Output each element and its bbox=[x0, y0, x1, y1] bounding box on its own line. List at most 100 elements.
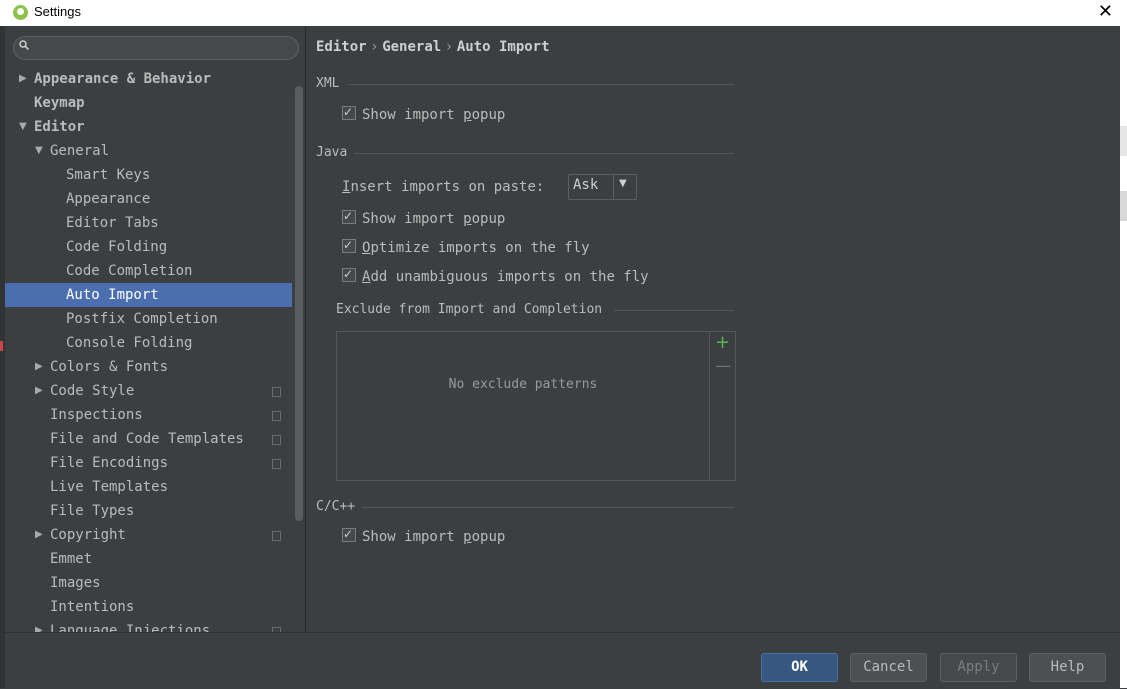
tree-item-label: Code Completion bbox=[66, 263, 193, 279]
tree-item-label: Keymap bbox=[34, 95, 85, 111]
tree-item-label: Appearance & Behavior bbox=[34, 71, 212, 87]
help-button[interactable]: Help bbox=[1029, 653, 1106, 682]
project-scope-icon bbox=[272, 531, 281, 541]
optimize-imports-checkbox[interactable]: Optimize imports on the fly bbox=[342, 235, 590, 258]
tree-item-label: Editor Tabs bbox=[66, 215, 159, 231]
section-title-cpp: C/C++ bbox=[316, 499, 356, 514]
chevron-down-icon: ▼ bbox=[619, 178, 627, 189]
tree-item-editor-tabs[interactable]: Editor Tabs bbox=[5, 211, 292, 235]
tree-item-copyright[interactable]: ▶ Copyright bbox=[5, 523, 292, 547]
search-icon bbox=[19, 40, 29, 50]
tree-item-emmet[interactable]: Emmet bbox=[5, 547, 292, 571]
remove-icon[interactable]: — bbox=[715, 356, 731, 375]
tree-item-label: File and Code Templates bbox=[50, 431, 244, 447]
empty-list-text: No exclude patterns bbox=[448, 377, 598, 392]
tree-item-colors-fonts[interactable]: ▶ Colors & Fonts bbox=[5, 355, 292, 379]
tree-item-appearance[interactable]: Appearance bbox=[5, 187, 292, 211]
window-title: Settings bbox=[34, 4, 81, 19]
breadcrumb-auto-import: Auto Import bbox=[456, 39, 550, 55]
insert-imports-dropdown[interactable]: Ask ▼ bbox=[568, 174, 637, 200]
close-icon[interactable]: ✕ bbox=[1098, 1, 1113, 22]
tree-item-smart-keys[interactable]: Smart Keys bbox=[5, 163, 292, 187]
cpp-show-import-popup-checkbox[interactable]: Show import popup bbox=[342, 524, 505, 547]
tree-item-appearance-behavior[interactable]: ▶ Appearance & Behavior bbox=[5, 67, 292, 91]
tree-item-console-folding[interactable]: Console Folding bbox=[5, 331, 292, 355]
exclude-section-title: Exclude from Import and Completion bbox=[336, 302, 603, 317]
tree-item-file-types[interactable]: File Types bbox=[5, 499, 292, 523]
breadcrumb-separator: › bbox=[446, 39, 452, 55]
tree-item-label: Inspections bbox=[50, 407, 143, 423]
tree-item-label: Images bbox=[50, 575, 101, 591]
tree-item-label: File Encodings bbox=[50, 455, 169, 471]
checkbox-checked-icon[interactable] bbox=[342, 235, 356, 255]
checkbox-checked-icon[interactable] bbox=[342, 524, 356, 544]
tree-item-code-folding[interactable]: Code Folding bbox=[5, 235, 292, 259]
tree-item-language-injections[interactable]: ▶ Language Injections bbox=[5, 619, 292, 632]
tree-item-label: Code Folding bbox=[66, 239, 168, 255]
android-studio-icon bbox=[13, 5, 28, 20]
tree-item-code-completion[interactable]: Code Completion bbox=[5, 259, 292, 283]
cancel-button[interactable]: Cancel bbox=[850, 653, 927, 682]
tree-item-label: Colors & Fonts bbox=[50, 359, 169, 375]
settings-tree: ▶ Appearance & Behavior Keymap ▼ Editor ▼ Gene… bbox=[5, 67, 292, 632]
tree-item-keymap[interactable]: Keymap bbox=[5, 91, 292, 115]
breadcrumb-editor[interactable]: Editor bbox=[316, 39, 367, 55]
tree-item-file-and-code-templates[interactable]: File and Code Templates bbox=[5, 427, 292, 451]
breadcrumb-separator: › bbox=[371, 39, 378, 55]
section-title-java: Java bbox=[316, 145, 348, 160]
tree-item-label: Intentions bbox=[50, 599, 135, 615]
title-bar: Settings ✕ bbox=[0, 0, 1127, 26]
section-divider bbox=[354, 153, 734, 154]
add-unambiguous-imports-checkbox[interactable]: Add unambiguous imports on the fly bbox=[342, 264, 649, 287]
project-scope-icon bbox=[272, 435, 281, 445]
tree-item-label: General bbox=[50, 143, 110, 159]
tree-item-inspections[interactable]: Inspections bbox=[5, 403, 292, 427]
tree-item-label: Editor bbox=[34, 119, 85, 135]
ok-button[interactable]: OK bbox=[761, 653, 838, 682]
tree-item-label: Postfix Completion bbox=[66, 311, 218, 327]
chevron-right-icon[interactable]: ▶ bbox=[19, 67, 27, 91]
tree-item-label: Language Injections bbox=[50, 623, 211, 632]
xml-show-import-popup-checkbox[interactable]: Show import popup bbox=[342, 102, 505, 125]
tree-item-postfix-completion[interactable]: Postfix Completion bbox=[5, 307, 292, 331]
checkbox-checked-icon[interactable] bbox=[342, 102, 356, 122]
sidebar-scrollbar[interactable] bbox=[295, 86, 303, 521]
chevron-right-icon[interactable]: ▶ bbox=[35, 379, 43, 403]
chevron-down-icon[interactable]: ▼ bbox=[19, 115, 27, 139]
tree-item-live-templates[interactable]: Live Templates bbox=[5, 475, 292, 499]
project-scope-icon bbox=[272, 387, 281, 397]
search-field[interactable] bbox=[13, 36, 299, 60]
tree-item-label: Auto Import bbox=[66, 287, 159, 303]
tree-item-label: Live Templates bbox=[50, 479, 169, 495]
tree-item-images[interactable]: Images bbox=[5, 571, 292, 595]
tree-item-editor[interactable]: ▼ Editor bbox=[5, 115, 292, 139]
tree-item-auto-import[interactable]: Auto Import bbox=[5, 283, 292, 307]
tree-item-code-style[interactable]: ▶ Code Style bbox=[5, 379, 292, 403]
tree-item-intentions[interactable]: Intentions bbox=[5, 595, 292, 619]
project-scope-icon bbox=[272, 411, 281, 421]
chevron-right-icon[interactable]: ▶ bbox=[35, 619, 43, 632]
checkbox-checked-icon[interactable] bbox=[342, 264, 356, 284]
insert-imports-label: Insert imports on paste: bbox=[342, 179, 545, 195]
tree-item-label: Smart Keys bbox=[66, 167, 151, 183]
java-show-import-popup-checkbox[interactable]: Show import popup bbox=[342, 206, 505, 229]
tree-item-label: Copyright bbox=[50, 527, 126, 543]
tree-item-label: Code Style bbox=[50, 383, 135, 399]
tree-item-file-encodings[interactable]: File Encodings bbox=[5, 451, 292, 475]
dialog-button-bar: OK Cancel Apply Help bbox=[5, 632, 1120, 689]
section-title-xml: XML bbox=[316, 76, 340, 91]
insert-imports-value: Ask bbox=[573, 177, 599, 193]
settings-content: Editor›General›Auto Import XML Show impo… bbox=[306, 26, 1120, 632]
section-divider bbox=[362, 507, 734, 508]
add-icon[interactable]: + bbox=[715, 332, 730, 353]
checkbox-checked-icon[interactable] bbox=[342, 206, 356, 226]
chevron-right-icon[interactable]: ▶ bbox=[35, 523, 43, 547]
search-input[interactable] bbox=[38, 39, 292, 58]
breadcrumb-general[interactable]: General bbox=[382, 39, 441, 55]
exclude-patterns-list[interactable]: No exclude patterns + — bbox=[336, 331, 736, 481]
apply-button[interactable]: Apply bbox=[940, 653, 1017, 682]
chevron-right-icon[interactable]: ▶ bbox=[35, 355, 43, 379]
chevron-down-icon[interactable]: ▼ bbox=[35, 139, 43, 163]
tree-item-general[interactable]: ▼ General bbox=[5, 139, 292, 163]
tree-item-label: Console Folding bbox=[66, 335, 193, 351]
